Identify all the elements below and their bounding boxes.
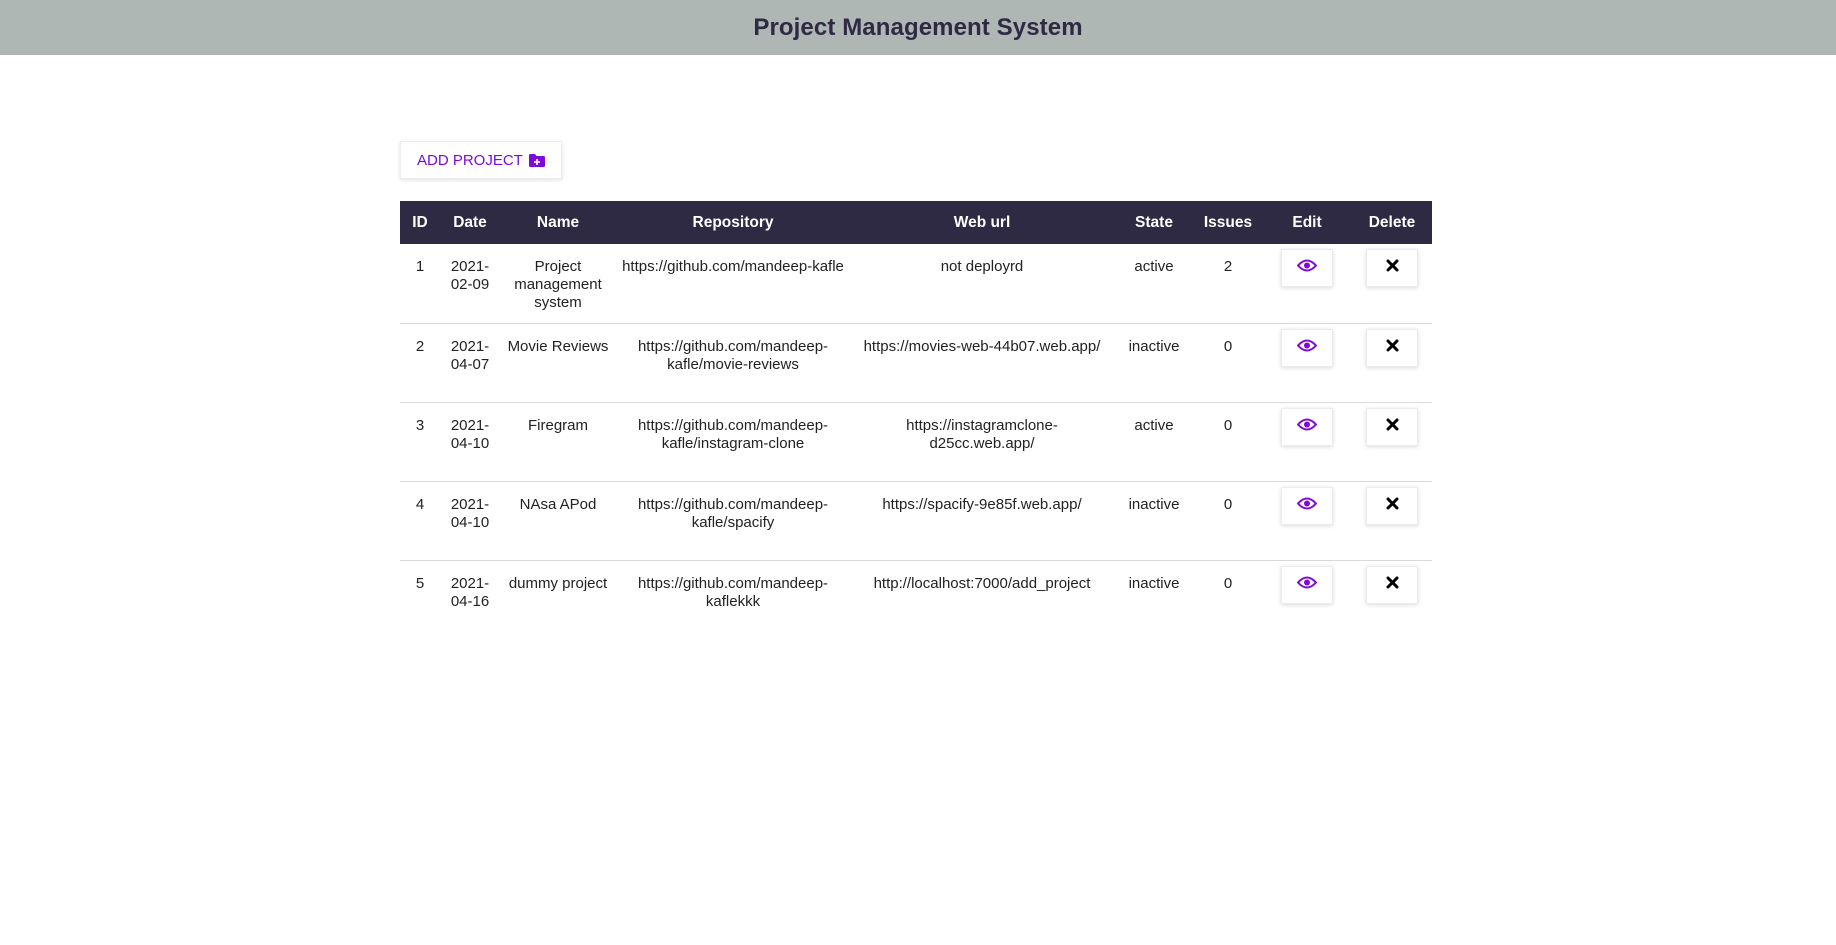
cell-repository: https://github.com/mandeep-kaflekkk <box>637 574 829 610</box>
projects-table: ID Date Name Repository Web url State Is… <box>400 201 1432 639</box>
cell-id: 1 <box>415 258 425 275</box>
close-icon <box>1386 418 1399 436</box>
eye-icon <box>1296 576 1318 594</box>
cell-repository: https://github.com/mandeep-kafle/instagr… <box>637 416 829 452</box>
cell-issues: 2 <box>1223 258 1233 275</box>
table-row: 4 2021-04-10 NAsa APod https://github.co… <box>400 481 1432 560</box>
table-row: 2 2021-04-07 Movie Reviews https://githu… <box>400 323 1432 402</box>
edit-button[interactable] <box>1281 249 1333 287</box>
delete-button[interactable] <box>1366 565 1418 604</box>
edit-button[interactable] <box>1281 486 1333 525</box>
cell-delete <box>1352 560 1432 639</box>
eye-icon <box>1296 418 1318 436</box>
close-icon <box>1386 576 1399 594</box>
cell-state: active <box>1134 416 1174 434</box>
cell-repository: https://github.com/mandeep-kafle <box>622 258 844 275</box>
add-project-label: ADD PROJECT <box>417 151 523 169</box>
cell-name: Movie Reviews <box>507 337 609 355</box>
cell-name: NAsa APod <box>519 495 597 513</box>
column-header-name[interactable]: Name <box>500 201 616 244</box>
cell-name: Firegram <box>527 416 588 434</box>
cell-delete <box>1352 323 1432 402</box>
cell-name: dummy project <box>508 574 608 592</box>
cell-date: 2021-04-07 <box>450 337 490 373</box>
eye-icon <box>1296 339 1318 357</box>
cell-state: inactive <box>1128 495 1180 513</box>
cell-issues: 0 <box>1223 495 1233 513</box>
cell-name: Project management system <box>514 258 602 311</box>
cell-id: 5 <box>415 574 425 592</box>
close-icon <box>1386 497 1399 515</box>
cell-id: 2 <box>415 337 425 355</box>
cell-delete <box>1352 481 1432 560</box>
cell-web-url: https://instagramclone-d25cc.web.app/ <box>906 416 1058 452</box>
table-header-row: ID Date Name Repository Web url State Is… <box>400 201 1432 244</box>
cell-repository: https://github.com/mandeep-kafle/movie-r… <box>637 337 829 373</box>
column-header-delete: Delete <box>1368 213 1416 231</box>
column-header-state[interactable]: State <box>1114 201 1194 244</box>
cell-state: inactive <box>1128 574 1180 592</box>
cell-issues: 0 <box>1223 337 1233 355</box>
cell-web-url: https://movies-web-44b07.web.app/ <box>863 337 1101 355</box>
cell-web-url: https://spacify-9e85f.web.app/ <box>882 495 1082 513</box>
cell-delete <box>1352 244 1432 323</box>
delete-button[interactable] <box>1366 486 1418 525</box>
column-header-date[interactable]: Date <box>440 201 500 244</box>
close-icon <box>1386 339 1399 357</box>
cell-issues: 0 <box>1223 416 1233 434</box>
cell-delete <box>1352 402 1432 481</box>
eye-icon <box>1296 259 1318 277</box>
table-row: 3 2021-04-10 Firegram https://github.com… <box>400 402 1432 481</box>
cell-edit <box>1262 481 1352 560</box>
table-row: 1 2021-02-09 Project management system h… <box>400 244 1432 323</box>
column-header-web-url[interactable]: Web url <box>850 201 1114 244</box>
eye-icon <box>1296 497 1318 515</box>
cell-edit <box>1262 402 1352 481</box>
column-header-edit: Edit <box>1292 213 1322 231</box>
cell-edit <box>1262 244 1352 323</box>
table-row: 5 2021-04-16 dummy project https://githu… <box>400 560 1432 639</box>
cell-id: 4 <box>415 495 425 513</box>
cell-date: 2021-04-10 <box>450 495 490 531</box>
cell-edit <box>1262 323 1352 402</box>
cell-date: 2021-02-09 <box>450 258 490 293</box>
app-header: Project Management System <box>0 0 1836 55</box>
edit-button[interactable] <box>1281 407 1333 446</box>
cell-repository: https://github.com/mandeep-kafle/spacify <box>637 495 829 531</box>
main-content: ADD PROJECT ID Date Name Repository Web … <box>400 141 1432 639</box>
cell-state: inactive <box>1128 337 1180 355</box>
close-icon <box>1386 259 1399 277</box>
edit-button[interactable] <box>1281 328 1333 367</box>
cell-date: 2021-04-16 <box>450 574 490 610</box>
edit-button[interactable] <box>1281 565 1333 604</box>
column-header-issues[interactable]: Issues <box>1194 201 1262 244</box>
folder-plus-icon <box>528 153 545 167</box>
column-header-repository[interactable]: Repository <box>616 201 850 244</box>
cell-date: 2021-04-10 <box>450 416 490 452</box>
add-project-button[interactable]: ADD PROJECT <box>400 141 562 179</box>
cell-issues: 0 <box>1223 574 1233 592</box>
cell-web-url: not deployrd <box>940 258 1024 275</box>
delete-button[interactable] <box>1366 249 1418 287</box>
cell-state: active <box>1134 258 1174 275</box>
cell-edit <box>1262 560 1352 639</box>
delete-button[interactable] <box>1366 328 1418 367</box>
cell-web-url: http://localhost:7000/add_project <box>873 574 1091 592</box>
page-title: Project Management System <box>753 13 1083 41</box>
delete-button[interactable] <box>1366 407 1418 446</box>
column-header-id[interactable]: ID <box>400 201 440 244</box>
cell-id: 3 <box>415 416 425 434</box>
